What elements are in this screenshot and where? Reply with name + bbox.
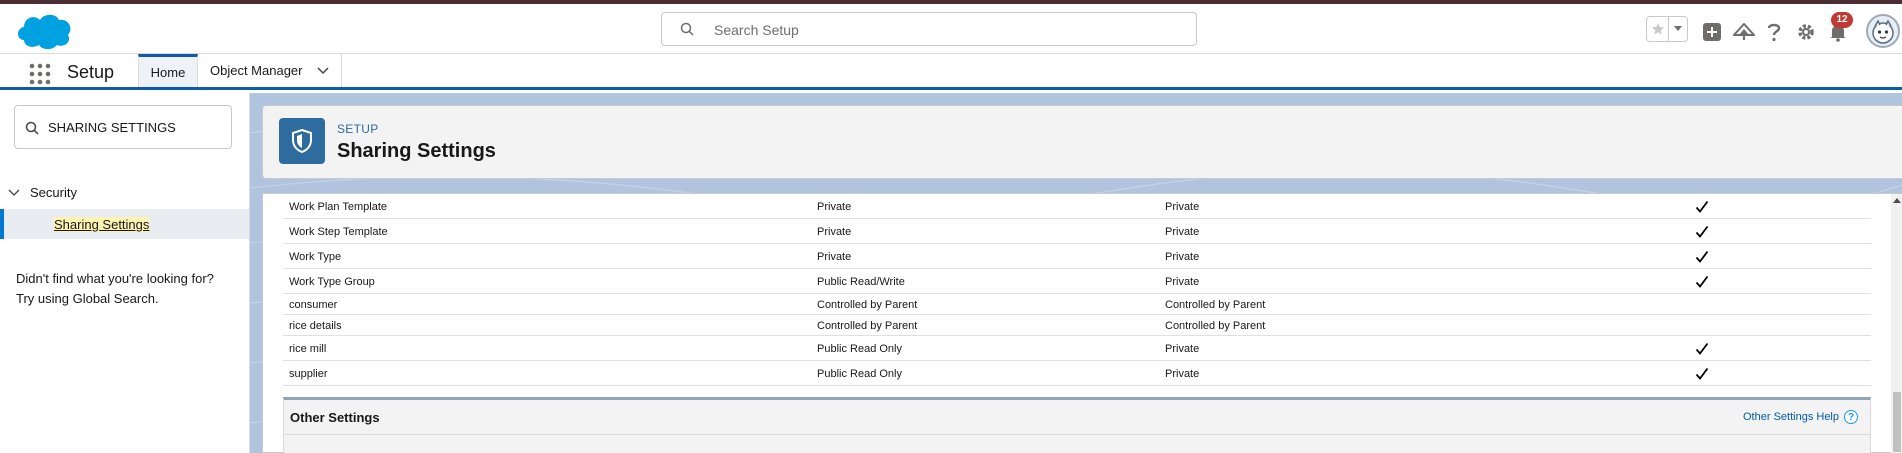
- search-placeholder: Search Setup: [714, 22, 799, 38]
- global-search-input[interactable]: Search Setup: [661, 12, 1197, 46]
- default-internal-access-cell: Private: [817, 201, 852, 213]
- default-external-access-cell: Private: [1165, 368, 1200, 380]
- vertical-scrollbar[interactable]: [1891, 194, 1902, 453]
- help-icon[interactable]: [1762, 20, 1786, 44]
- trailhead-icon[interactable]: [1732, 20, 1756, 44]
- object-name-cell: Work Type Group: [289, 276, 375, 288]
- default-external-access-cell: Controlled by Parent: [1165, 320, 1266, 332]
- grant-access-checkmark-icon: [1695, 342, 1709, 359]
- object-name-cell: Work Step Template: [289, 226, 388, 238]
- default-external-access-cell: Private: [1165, 276, 1200, 288]
- global-actions-icon[interactable]: [1700, 20, 1724, 44]
- salesforce-logo-icon[interactable]: [14, 10, 74, 52]
- hint-line-2: Try using Global Search.: [16, 291, 159, 306]
- global-search-hint: Didn't find what you're looking for? Try…: [16, 269, 246, 309]
- quick-find-input[interactable]: SHARING SETTINGS: [14, 105, 232, 149]
- divider: [284, 434, 1870, 435]
- default-external-access-cell: Private: [1165, 343, 1200, 355]
- tree-node-label: Security: [30, 185, 77, 200]
- chevron-down-icon[interactable]: [316, 66, 329, 75]
- grant-access-checkmark-icon: [1695, 250, 1709, 267]
- tab-object-manager-label: Object Manager: [210, 63, 303, 78]
- app-nav-bar: Setup Home Object Manager: [0, 54, 1902, 90]
- favorite-star-icon[interactable]: [1647, 17, 1669, 41]
- scrollbar-thumb[interactable]: [1893, 392, 1901, 452]
- hint-line-1: Didn't find what you're looking for?: [16, 271, 214, 286]
- default-external-access-cell: Private: [1165, 201, 1200, 213]
- default-internal-access-cell: Public Read Only: [817, 368, 902, 380]
- page-title: Sharing Settings: [337, 140, 496, 162]
- tab-object-manager[interactable]: Object Manager: [198, 54, 342, 87]
- grant-access-checkmark-icon: [1695, 275, 1709, 292]
- object-name-cell: rice details: [289, 320, 342, 332]
- default-internal-access-cell: Public Read/Write: [817, 276, 905, 288]
- user-avatar[interactable]: [1866, 14, 1900, 48]
- tab-home-label: Home: [150, 64, 186, 80]
- default-external-access-cell: Controlled by Parent: [1165, 299, 1266, 311]
- default-internal-access-cell: Private: [817, 226, 852, 238]
- default-external-access-cell: Private: [1165, 226, 1200, 238]
- table-row: rice details Controlled by Parent Controll…: [283, 315, 1871, 336]
- app-name: Setup: [67, 62, 115, 82]
- favorites-group: [1646, 16, 1688, 42]
- default-internal-access-cell: Controlled by Parent: [817, 299, 918, 311]
- tab-home[interactable]: Home: [138, 54, 198, 87]
- page-header: SETUP Sharing Settings: [262, 105, 1902, 179]
- table-row: Work Type Group Public Read/Write Private: [283, 269, 1871, 294]
- search-icon: [680, 22, 694, 36]
- object-name-cell: rice mill: [289, 343, 327, 355]
- table-row: Work Step Template Private Private: [283, 219, 1871, 244]
- scroll-up-icon[interactable]: [1893, 198, 1901, 203]
- table-row: Work Plan Template Private Private: [283, 194, 1871, 219]
- object-name-cell: Work Type: [289, 251, 342, 263]
- tree-item-sharing-settings[interactable]: Sharing Settings: [0, 209, 249, 239]
- page-eyebrow: SETUP: [337, 122, 379, 136]
- settings-panel: Work Plan Template Private Private Work Ste…: [262, 193, 1902, 453]
- global-header: Search Setup 12: [0, 4, 1902, 54]
- object-name-cell: Work Plan Template: [289, 201, 388, 213]
- default-internal-access-cell: Private: [817, 251, 852, 263]
- table-row: supplier Public Read Only Private: [283, 361, 1871, 386]
- help-question-icon[interactable]: ?: [1844, 410, 1858, 424]
- tree-item-label[interactable]: Sharing Settings: [54, 217, 150, 232]
- favorites-dropdown-icon[interactable]: [1669, 17, 1687, 41]
- setup-sidebar: SHARING SETTINGS Security Sharing Settin…: [0, 93, 250, 453]
- object-name-cell: consumer: [289, 299, 338, 311]
- app-launcher-icon[interactable]: [29, 63, 51, 85]
- quick-find-value: SHARING SETTINGS: [48, 120, 176, 135]
- notification-count-badge: 12: [1831, 12, 1853, 28]
- shield-icon: [279, 118, 325, 164]
- chevron-down-icon[interactable]: [8, 189, 20, 197]
- other-settings-section: Other Settings Other Settings Help ?: [283, 397, 1871, 453]
- table-row: rice mill Public Read Only Private: [283, 336, 1871, 361]
- setup-gear-icon[interactable]: [1794, 20, 1818, 44]
- grant-access-checkmark-icon: [1695, 200, 1709, 217]
- table-row: consumer Controlled by Parent Controlled b…: [283, 294, 1871, 315]
- section-title: Other Settings: [290, 410, 380, 425]
- help-link-label[interactable]: Other Settings Help: [1743, 411, 1839, 423]
- main-content-area: SETUP Sharing Settings Work Plan Templat…: [250, 93, 1902, 453]
- default-internal-access-cell: Public Read Only: [817, 343, 902, 355]
- search-icon: [25, 121, 39, 135]
- object-name-cell: supplier: [289, 368, 328, 380]
- table-row: Work Type Private Private: [283, 244, 1871, 269]
- default-external-access-cell: Private: [1165, 251, 1200, 263]
- grant-access-checkmark-icon: [1695, 225, 1709, 242]
- other-settings-help-link[interactable]: Other Settings Help ?: [1743, 410, 1858, 424]
- default-internal-access-cell: Controlled by Parent: [817, 320, 918, 332]
- grant-access-checkmark-icon: [1695, 367, 1709, 384]
- tree-node-security[interactable]: Security: [8, 185, 77, 200]
